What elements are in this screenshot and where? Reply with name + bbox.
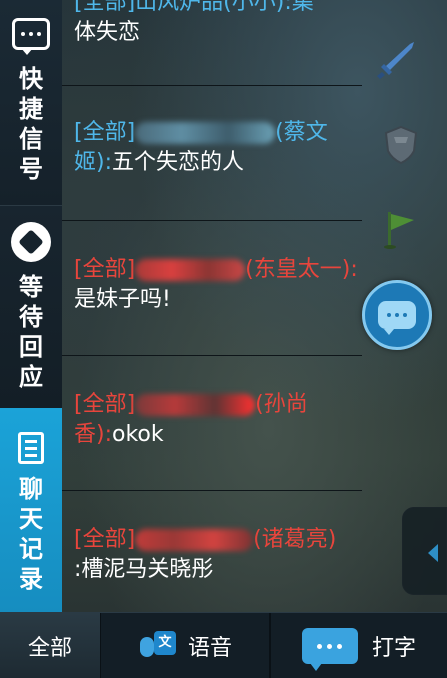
chat-sidebar: 快 捷 信 号 等 待 回 应 聊 天 记 录 [0,0,62,612]
channel-tag: [全部] [74,392,136,417]
chat-message: [全部]山风炉品(小小):集 体失恋 [74,0,364,48]
type-button[interactable]: 打字 [271,613,447,678]
channel-tag: [全部] [74,527,136,552]
wait-respond-label: 等 待 回 应 [19,273,43,391]
rally-flag-icon[interactable] [384,210,418,250]
keyboard-chat-icon [301,628,358,671]
chat-message: [全部] (东皇太一): 是妹子吗! [74,255,364,315]
all-channel-tab[interactable]: 全部 [0,613,101,678]
chat-history-button[interactable]: 聊 天 记 录 [0,408,62,612]
redacted-name [135,259,246,281]
message-text: okok [112,422,164,447]
redacted-name [135,529,254,551]
message-divider [62,220,362,221]
chat-message: [全部] (诸葛亮) :槽泥马关晓彤 [74,525,364,585]
bottom-bar: 全部 文 语音 打字 [0,612,447,678]
message-text: 是妹子吗! [74,287,171,312]
quick-signal-label: 快 捷 信 号 [19,65,43,183]
redacted-name [135,122,276,144]
message-partial-header: [全部]山风炉品(小小):集 [74,0,314,15]
hero-name: (东皇太一): [245,257,358,282]
chat-bubble-icon [378,301,416,335]
type-label: 打字 [371,636,416,661]
chat-history-label: 聊 天 记 录 [19,475,43,593]
message-icon [12,18,50,55]
quick-signal-button[interactable]: 快 捷 信 号 [0,0,62,205]
wait-respond-button[interactable]: 等 待 回 应 [0,205,62,408]
voice-label: 语音 [187,636,232,661]
hero-name: (诸葛亮) [253,527,337,552]
document-icon [18,432,44,464]
message-text: 体失恋 [74,20,141,45]
message-text: :槽泥马关晓彤 [74,557,214,582]
channel-tag: [全部] [74,120,136,145]
chat-message: [全部] (蔡文姬):五个失恋的人 [74,118,364,178]
redacted-name [135,394,256,416]
message-divider [62,85,362,86]
chat-toggle-button[interactable] [362,280,432,350]
message-text: 五个失恋的人 [112,150,245,175]
message-divider [62,355,362,356]
attack-sword-icon[interactable] [376,40,416,80]
voice-to-text-icon: 文 [138,629,178,663]
voice-button[interactable]: 文 语音 [101,613,271,678]
defend-shield-icon[interactable] [384,125,418,165]
chat-log[interactable]: [全部]山风炉品(小小):集 体失恋 [全部] (蔡文姬):五个失恋的人 [全部]… [62,0,364,612]
team-emblem-icon [11,222,51,262]
chat-message: [全部] (孙尚香):okok [74,390,364,450]
channel-tag: [全部] [74,257,136,282]
message-divider [62,490,362,491]
collapse-arrow-button[interactable] [402,507,447,595]
